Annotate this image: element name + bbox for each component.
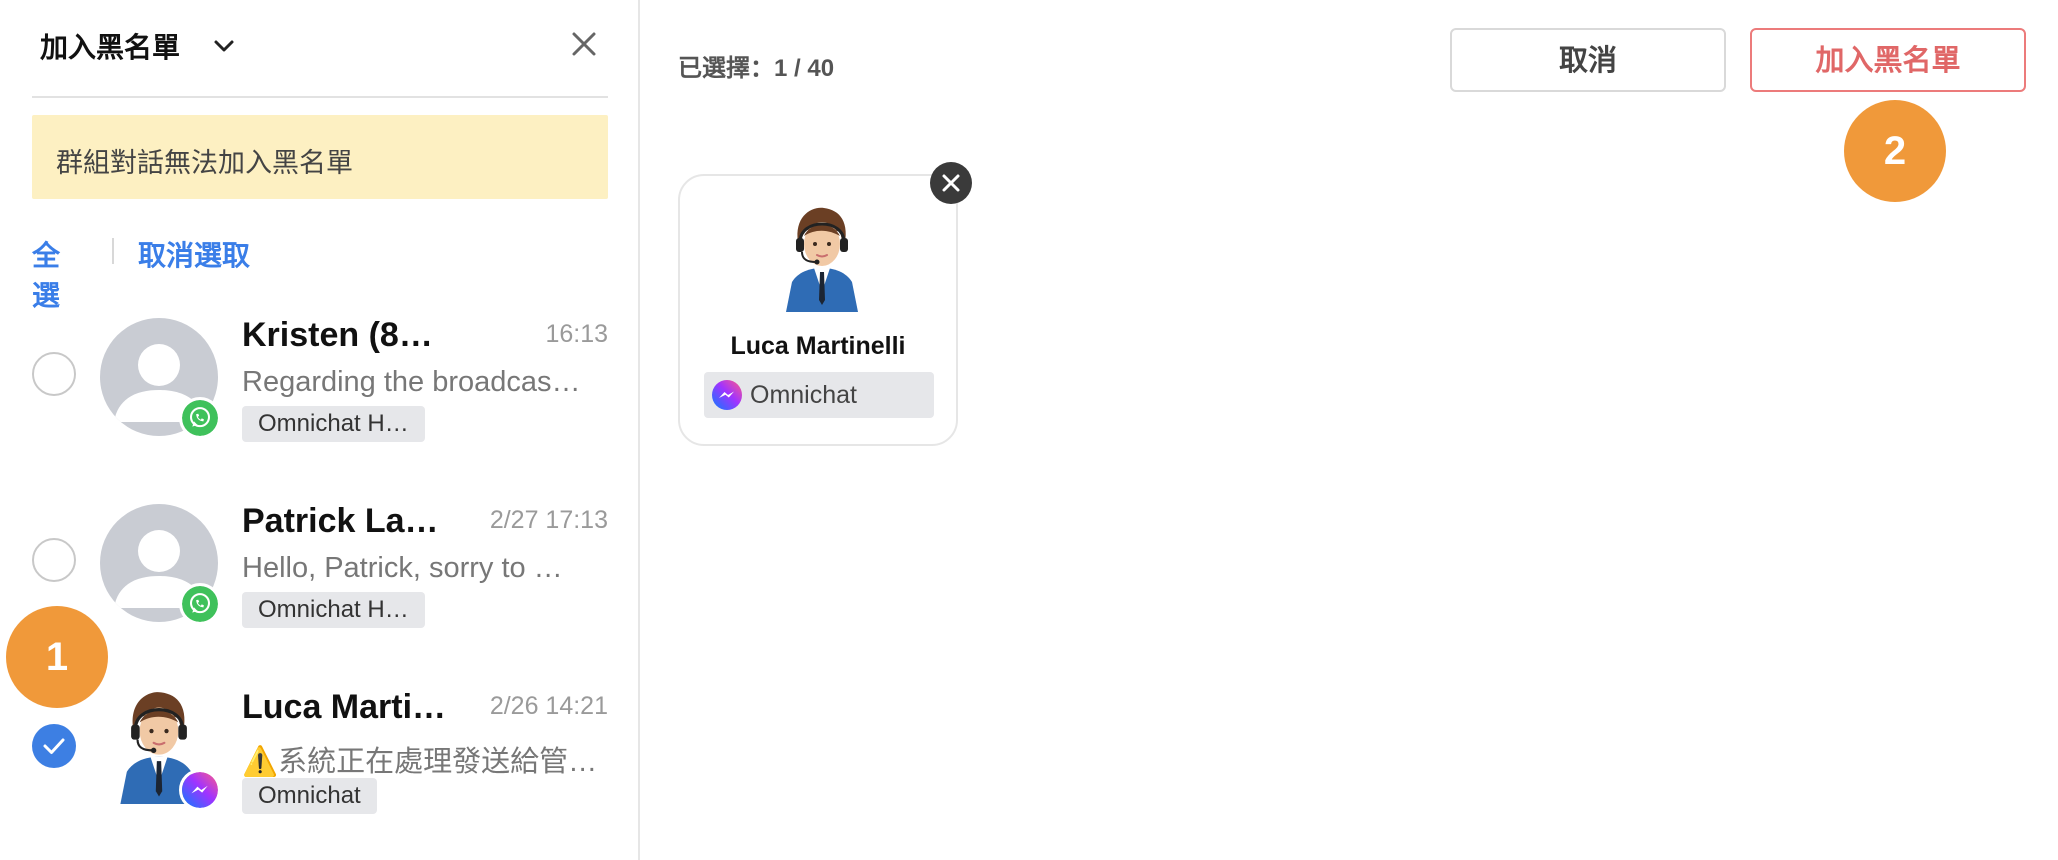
- conversation-row[interactable]: Kristen (8… 16:13 Regarding the broadcas…: [0, 300, 640, 480]
- panel-header: 加入黑名單: [40, 22, 608, 70]
- channel-tag: Omnichat H…: [242, 406, 425, 442]
- chevron-down-icon[interactable]: [210, 32, 238, 60]
- message-preview: ⚠️系統正在處理發送給管…: [242, 746, 598, 778]
- conversation-row[interactable]: Luca Marti… 2/26 14:21 ⚠️系統正在處理發送給管… Omn…: [0, 672, 640, 852]
- message-time: 16:13: [545, 320, 608, 348]
- selected-contact-card: Luca Martinelli Omnichat: [678, 174, 958, 446]
- conversation-panel: 加入黑名單 群組對話無法加入黑名單 全選 取消選取 Kristen (8… 16…: [0, 0, 640, 860]
- panel-title: 加入黑名單: [40, 32, 181, 63]
- remove-selected-button[interactable]: [930, 162, 972, 204]
- card-contact-name: Luca Martinelli: [730, 332, 906, 360]
- contact-name: Luca Marti…: [242, 688, 447, 726]
- message-preview: Hello, Patrick, sorry to …: [242, 552, 563, 584]
- card-channel-label: Omnichat: [750, 381, 857, 409]
- message-time: 2/26 14:21: [489, 692, 608, 720]
- whatsapp-icon: [179, 583, 221, 625]
- link-divider: [112, 238, 114, 264]
- close-icon[interactable]: [562, 22, 606, 66]
- warning-text: 群組對話無法加入黑名單: [56, 148, 353, 178]
- checkmark-icon: [43, 738, 65, 754]
- header-divider: [32, 96, 608, 98]
- message-time: 2/27 17:13: [489, 506, 608, 534]
- step-badge-1: 1: [6, 606, 108, 708]
- channel-tag: Omnichat: [242, 778, 377, 814]
- messenger-icon: [179, 769, 221, 811]
- warning-banner: 群組對話無法加入黑名單: [32, 115, 608, 199]
- message-preview: Regarding the broadcas…: [242, 366, 581, 398]
- contact-name: Patrick La…: [242, 502, 439, 540]
- channel-tag: Omnichat H…: [242, 592, 425, 628]
- row-checkbox[interactable]: [32, 538, 76, 582]
- step-badge-2: 2: [1844, 100, 1946, 202]
- deselect-link[interactable]: 取消選取: [138, 234, 250, 274]
- agent-avatar-icon: [786, 207, 858, 312]
- cancel-button[interactable]: 取消: [1450, 28, 1726, 92]
- row-checkbox[interactable]: [32, 724, 76, 768]
- whatsapp-icon: [179, 397, 221, 439]
- row-checkbox[interactable]: [32, 352, 76, 396]
- card-channel-tag: Omnichat: [704, 372, 934, 418]
- add-to-blacklist-button[interactable]: 加入黑名單: [1750, 28, 2026, 92]
- selected-count: 已選擇：1 / 40: [678, 55, 835, 82]
- messenger-icon: [712, 380, 742, 410]
- contact-name: Kristen (8…: [242, 316, 433, 354]
- close-icon: [942, 174, 960, 192]
